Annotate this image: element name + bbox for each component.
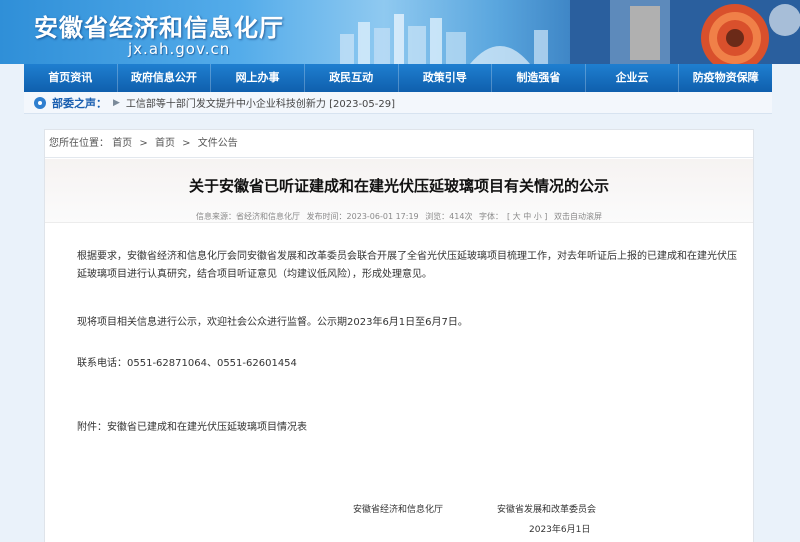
article-meta: 信息来源：省经济和信息化厅 发布时间：2023-06-01 17:19 浏览：4…	[45, 211, 753, 222]
signature-development-commission: 安徽省发展和改革委员会	[497, 505, 597, 515]
breadcrumb-home-1[interactable]: 首页	[112, 138, 132, 149]
breadcrumb-separator: >	[139, 138, 148, 149]
nav-item-home-news[interactable]: 首页资讯	[24, 64, 118, 92]
breadcrumb: 您所在位置： 首页 > 首页 > 文件公告	[45, 130, 753, 158]
news-ticker: 部委之声： ▶ 工信部等十部门发文提升中小企业科技创新力 [2023-05-29…	[24, 92, 772, 114]
nav-item-epidemic-supplies[interactable]: 防疫物资保障	[679, 64, 772, 92]
city-skyline-graphic	[340, 14, 548, 64]
article-paragraph: 根据要求，安徽省经济和信息化厅会同安徽省发展和改革委员会联合开展了全省光伏压延玻…	[77, 251, 737, 280]
nav-item-manufacturing[interactable]: 制造强省	[492, 64, 586, 92]
signature-economy-dept: 安徽省经济和信息化厅	[353, 505, 444, 515]
article-header: 关于安徽省已听证建成和在建光伏压延玻璃项目有关情况的公示 信息来源：省经济和信息…	[45, 159, 753, 223]
site-title[interactable]: 安徽省经济和信息化厅	[34, 8, 284, 43]
breadcrumb-prefix: 您所在位置：	[49, 138, 109, 149]
meta-views: 浏览：414次	[425, 212, 473, 221]
signature-date: 2023年6月1日	[529, 525, 591, 535]
article-paragraph: 现将项目相关信息进行公示，欢迎社会公众进行监督。公示期2023年6月1日至6月7…	[77, 317, 468, 328]
attachment-link[interactable]: 附件：安徽省已建成和在建光伏压延玻璃项目情况表	[77, 418, 307, 433]
site-banner: 安徽省经济和信息化厅 jx.ah.gov.cn	[0, 0, 800, 64]
nav-item-enterprise-cloud[interactable]: 企业云	[586, 64, 680, 92]
breadcrumb-file-notices[interactable]: 文件公告	[198, 138, 238, 149]
nav-item-interaction[interactable]: 政民互动	[305, 64, 399, 92]
ticker-bullet-icon	[34, 96, 46, 109]
nav-item-policy[interactable]: 政策引导	[399, 64, 493, 92]
contact-phone: 联系电话：0551-62871064、0551-62601454	[77, 358, 297, 369]
site-domain: jx.ah.gov.cn	[128, 40, 231, 58]
meta-published: 发布时间：2023-06-01 17:19	[306, 212, 419, 221]
meta-font-label: 字体：	[479, 212, 504, 221]
breadcrumb-home-2[interactable]: 首页	[155, 138, 175, 149]
font-size-controls[interactable]: [ 大 中 小 ]	[507, 212, 547, 221]
ticker-label: 部委之声：	[52, 96, 107, 110]
autoscroll-toggle[interactable]: 双击自动滚屏	[554, 212, 602, 221]
article-title: 关于安徽省已听证建成和在建光伏压延玻璃项目有关情况的公示	[188, 177, 609, 195]
meta-source: 信息来源：省经济和信息化厅	[196, 212, 300, 221]
main-nav: 首页资讯 政府信息公开 网上办事 政民互动 政策引导 制造强省 企业云 防疫物资…	[24, 64, 772, 92]
article-panel: 您所在位置： 首页 > 首页 > 文件公告 关于安徽省已听证建成和在建光伏压延玻…	[44, 129, 754, 542]
ticker-news-link[interactable]: 工信部等十部门发文提升中小企业科技创新力 [2023-05-29]	[126, 95, 395, 110]
nav-item-online-services[interactable]: 网上办事	[211, 64, 305, 92]
nav-item-gov-info[interactable]: 政府信息公开	[118, 64, 212, 92]
ticker-arrow-icon: ▶	[113, 97, 120, 108]
breadcrumb-separator: >	[182, 138, 191, 149]
steel-coil-graphic	[570, 0, 800, 64]
